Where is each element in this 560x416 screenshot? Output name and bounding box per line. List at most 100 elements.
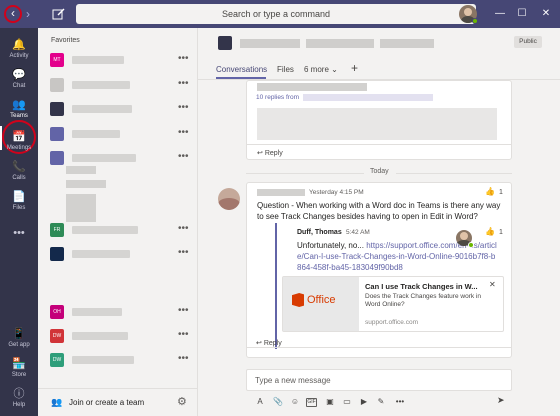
more-icon: ••• — [13, 227, 25, 239]
more-options-icon[interactable]: ••• — [178, 53, 189, 64]
link-preview-card[interactable]: Office Can I use Track Changes in W... D… — [282, 276, 504, 332]
rail-chat[interactable]: 💬 Chat — [0, 64, 38, 94]
app-rail: 🔔 Activity 💬 Chat 👥 Teams 📅 Meetings 📞 C… — [0, 28, 38, 416]
more-options-icon[interactable]: ••• — [178, 223, 189, 234]
team-name-redacted — [72, 308, 122, 316]
more-options-icon[interactable]: ••• — [178, 102, 189, 113]
store-icon: 🏪 — [12, 358, 26, 370]
team-row[interactable]: MT ••• — [38, 48, 197, 72]
rail-files[interactable]: 📄 Files — [0, 186, 38, 216]
chat-icon: 💬 — [12, 69, 26, 81]
day-label: Today — [370, 168, 389, 175]
rail-label: Get app — [8, 342, 30, 348]
rail-label: Meetings — [6, 145, 32, 151]
tab-conversations[interactable]: Conversations — [216, 65, 267, 74]
reply-button[interactable]: ↩ Reply — [256, 339, 282, 347]
more-options-icon[interactable]: ••• — [178, 329, 189, 340]
reply-label: Reply — [263, 340, 282, 347]
rail-label: Teams — [10, 113, 28, 119]
rail-store[interactable]: 🏪 Store — [0, 353, 38, 383]
team-row[interactable]: ••• — [38, 97, 197, 121]
tab-files[interactable]: Files — [277, 65, 294, 74]
channel-header: Public Conversations Files 6 more ⌄ + — [198, 28, 560, 80]
post-author-avatar[interactable] — [218, 188, 240, 210]
presence-icon — [468, 242, 474, 248]
reply-button[interactable]: ↩ Reply — [257, 149, 283, 157]
tab-more[interactable]: 6 more ⌄ — [304, 65, 338, 74]
team-row[interactable]: DW ••• — [38, 348, 197, 372]
redacted-names — [303, 94, 433, 101]
gear-icon[interactable]: ⚙ — [177, 395, 187, 408]
team-logo — [218, 36, 232, 50]
phone-icon: 📞 — [12, 161, 26, 173]
team-row[interactable]: ••• — [38, 146, 197, 170]
team-name-redacted — [72, 154, 136, 162]
rail-label: Store — [11, 372, 27, 378]
gif-icon[interactable]: GIF — [306, 398, 317, 407]
minimize-button[interactable]: — — [490, 4, 510, 24]
team-row[interactable]: ••• — [38, 122, 197, 146]
rail-label: Calls — [12, 175, 26, 181]
team-row[interactable]: ••• — [38, 242, 197, 266]
maximize-button[interactable]: ☐ — [512, 4, 532, 24]
more-options-icon[interactable]: ••• — [178, 305, 189, 316]
bell-icon: 🔔 — [12, 39, 26, 51]
replies-count-link[interactable]: 10 replies from — [256, 94, 299, 101]
rail-meetings[interactable]: 📅 Meetings — [0, 126, 38, 156]
team-name-redacted — [72, 356, 134, 364]
compose-placeholder: Type a new message — [255, 376, 331, 385]
sticker-icon[interactable]: ▣ — [324, 395, 336, 409]
team-row[interactable]: OH ••• — [38, 300, 197, 324]
attach-icon[interactable]: 📎 — [272, 395, 284, 409]
join-create-team-link[interactable]: Join or create a team — [69, 398, 144, 407]
rail-calls[interactable]: 📞 Calls — [0, 156, 38, 186]
public-badge: Public — [514, 36, 542, 48]
more-options-icon[interactable]: ••• — [178, 127, 189, 138]
compose-icon[interactable] — [52, 7, 66, 21]
more-options-icon[interactable]: ••• — [392, 395, 408, 409]
more-options-icon[interactable]: ••• — [178, 151, 189, 162]
rail-get-app[interactable]: 📱 Get app — [0, 323, 38, 353]
preview-title[interactable]: Can I use Track Changes in W... — [365, 282, 478, 291]
send-icon[interactable]: ➤ — [497, 395, 505, 406]
team-avatar: OH — [50, 305, 64, 319]
redacted-author — [257, 189, 305, 196]
add-tab-button[interactable]: + — [351, 61, 358, 75]
forward-button[interactable]: › — [26, 6, 30, 22]
more-options-icon[interactable]: ••• — [178, 247, 189, 258]
team-avatar — [50, 151, 64, 165]
thread-card: 10 replies from ↩ Reply — [246, 80, 512, 160]
emoji-icon[interactable]: ☺ — [289, 395, 301, 409]
format-icon[interactable]: A — [254, 395, 266, 409]
rail-activity[interactable]: 🔔 Activity — [0, 34, 38, 64]
preview-thumbnail: Office — [283, 277, 359, 331]
rail-teams[interactable]: 👥 Teams — [0, 94, 38, 124]
search-input[interactable]: Search or type a command — [76, 4, 476, 24]
close-icon[interactable]: ✕ — [489, 280, 496, 289]
team-avatar — [50, 247, 64, 261]
meeting-icon[interactable]: ▭ — [341, 395, 353, 409]
back-button[interactable]: ‹ — [4, 5, 22, 23]
file-icon: 📄 — [12, 191, 26, 203]
redacted-text — [257, 83, 367, 91]
rail-more[interactable]: ••• — [0, 222, 38, 252]
like-icon[interactable]: 👍 — [485, 187, 495, 196]
more-options-icon[interactable]: ••• — [178, 353, 189, 364]
rail-label: Activity — [9, 53, 29, 59]
like-count: 1 — [499, 189, 503, 196]
praise-icon[interactable]: ✎ — [375, 395, 387, 409]
preview-domain: support.office.com — [365, 319, 418, 326]
reply-text: Unfortunately, no... — [297, 241, 364, 250]
like-icon[interactable]: 👍 — [485, 227, 495, 236]
join-team-icon: 👥 — [51, 397, 63, 407]
reply-label: Reply — [264, 150, 283, 157]
team-row[interactable]: ••• — [38, 73, 197, 97]
like-count: 1 — [499, 229, 503, 236]
stream-icon[interactable]: ▶ — [358, 395, 370, 409]
team-row[interactable]: DW ••• — [38, 324, 197, 348]
close-button[interactable]: ✕ — [536, 4, 556, 24]
team-row[interactable]: FR ••• — [38, 218, 197, 242]
rail-help[interactable]: ⓘ Help — [0, 383, 38, 413]
message-compose-box[interactable]: Type a new message — [246, 369, 512, 391]
more-options-icon[interactable]: ••• — [178, 78, 189, 89]
